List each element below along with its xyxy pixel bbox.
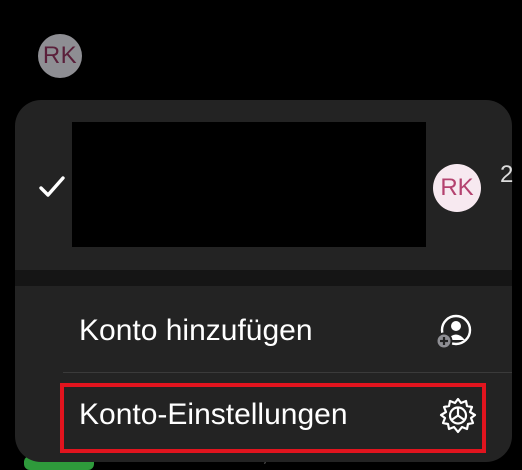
account-avatar: RK xyxy=(433,164,481,212)
add-account-icon xyxy=(435,314,472,350)
add-account-menu-item[interactable]: Konto hinzufügen xyxy=(15,288,512,374)
cut-off-account-text: 2 xyxy=(500,161,514,188)
redacted-account-info xyxy=(72,122,426,247)
section-separator xyxy=(15,270,512,286)
current-account-row[interactable]: RK xyxy=(15,100,512,270)
header-avatar[interactable]: RK xyxy=(38,34,82,78)
account-avatar-initials: RK xyxy=(440,174,474,201)
header-avatar-initials: RK xyxy=(42,42,78,69)
checkmark-icon xyxy=(39,176,65,197)
add-account-label: Konto hinzufügen xyxy=(79,314,313,347)
highlight-annotation-box xyxy=(60,383,486,453)
